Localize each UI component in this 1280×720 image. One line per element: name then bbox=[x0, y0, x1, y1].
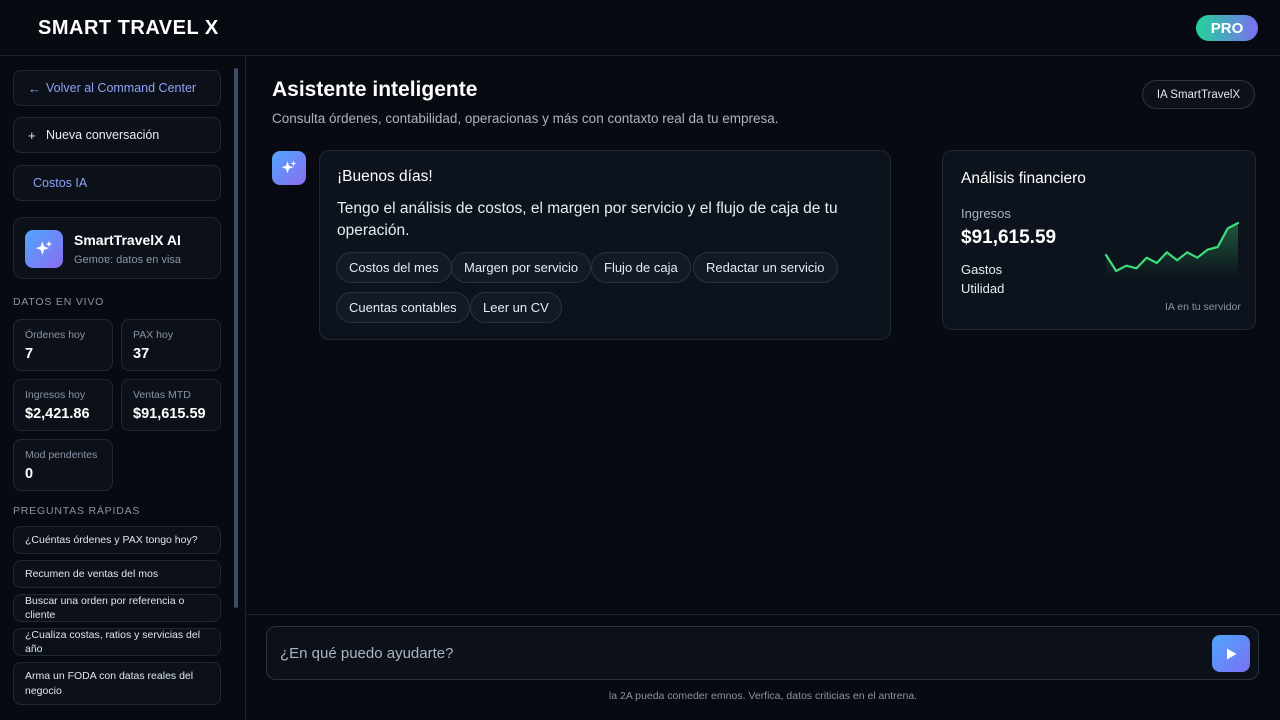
message-input[interactable] bbox=[280, 627, 1200, 679]
stat-pax-hoy: PAX hoy 37 bbox=[121, 319, 221, 371]
financial-card-title: Análisis financiero bbox=[961, 170, 1086, 187]
stat-ordenes-hoy: Órdenes hoy 7 bbox=[13, 319, 113, 371]
brand-logo[interactable]: SMART TRAVEL X bbox=[38, 17, 219, 40]
stat-label: PAX hoy bbox=[133, 329, 174, 341]
stat-label: Mod pendentes bbox=[25, 449, 98, 461]
suggestion-chip[interactable]: Costos del mes bbox=[336, 252, 452, 283]
assistant-message: ¡Buenos días! Tengo el análisis de costo… bbox=[319, 150, 891, 340]
costos-ia-label: Costos IA bbox=[33, 176, 88, 190]
sparkline-area bbox=[1106, 223, 1238, 277]
message-composer bbox=[266, 626, 1259, 680]
ia-smarttravelx-badge[interactable]: IA SmartTravelX bbox=[1142, 80, 1255, 109]
suggestion-chip[interactable]: Margen por servicio bbox=[451, 252, 592, 283]
stat-value: 7 bbox=[25, 346, 34, 362]
financial-card-footer: IA en tu servidor bbox=[1165, 301, 1241, 313]
suggestion-chip[interactable]: Redactar un servicio bbox=[693, 252, 838, 283]
utilidad-label: Utilidad bbox=[961, 281, 1005, 296]
stat-value: 37 bbox=[133, 346, 150, 362]
gastos-label: Gastos bbox=[961, 262, 1003, 277]
financial-analysis-card[interactable]: Análisis financiero Ingresos $91,615.59 … bbox=[942, 150, 1256, 330]
ai-card-subtitle: Gemoɐ: datos en visa bbox=[74, 254, 182, 266]
live-data-heading: DATOS EN VIVO bbox=[13, 296, 105, 308]
suggestion-chip[interactable]: Leer un CV bbox=[470, 292, 562, 323]
stat-label: Ingresos hoy bbox=[25, 389, 86, 401]
revenue-sparkline bbox=[1104, 221, 1240, 277]
sparkle-icon bbox=[25, 230, 63, 268]
quick-question-item[interactable]: Buscar una orden por referencia o client… bbox=[13, 594, 221, 622]
page-subtitle: Consulta órdenes, contabilidad, operacio… bbox=[272, 111, 779, 126]
composer-divider bbox=[246, 614, 1280, 615]
quick-questions-heading: PREGUNTAS RÁPIDAS bbox=[13, 505, 141, 517]
ai-assistant-card[interactable]: SmartTravelX AI Gemoɐ: datos en visa bbox=[13, 217, 221, 279]
back-to-command-center-button[interactable]: ← Volver al Command Center bbox=[13, 70, 221, 106]
assistant-sparkle-icon bbox=[272, 151, 306, 185]
send-button[interactable] bbox=[1212, 635, 1250, 672]
stat-value: $2,421.86 bbox=[25, 406, 90, 422]
quick-question-item[interactable]: Arma un FODA con datas reales del negoci… bbox=[13, 662, 221, 705]
ai-disclaimer: la 2A pueda comeder emnos. Verfica, dato… bbox=[608, 690, 918, 702]
arrow-left-icon: ← bbox=[28, 80, 41, 96]
new-conversation-button[interactable]: + Nueva conversación bbox=[13, 117, 221, 153]
message-text: Tengo el análisis de costos, el margen p… bbox=[337, 200, 838, 239]
ingresos-label: Ingresos bbox=[961, 206, 1011, 221]
stat-label: Órdenes hoy bbox=[25, 329, 86, 341]
sidebar-scrollbar[interactable] bbox=[234, 68, 238, 608]
send-icon bbox=[1227, 648, 1237, 659]
suggestion-chip[interactable]: Flujo de caja bbox=[591, 252, 691, 283]
stat-label: Ventas MTD bbox=[133, 389, 191, 401]
page-title: Asistente inteligente bbox=[272, 78, 478, 101]
quick-question-item[interactable]: ¿Cualiza costas, ratios y servicias del … bbox=[13, 628, 221, 656]
greeting-text: ¡Buenos días! bbox=[337, 168, 433, 185]
stat-value: 0 bbox=[25, 466, 34, 482]
stat-value: $91,615.59 bbox=[133, 406, 206, 422]
pro-badge[interactable]: PRO bbox=[1196, 15, 1258, 41]
stat-mod-pendientes: Mod pendentes 0 bbox=[13, 439, 113, 491]
stat-ventas-mtd: Ventas MTD $91,615.59 bbox=[121, 379, 221, 431]
sidebar: ← Volver al Command Center + Nueva conve… bbox=[0, 56, 246, 720]
ai-card-title: SmartTravelX AI bbox=[74, 232, 181, 248]
costos-ia-button[interactable]: Costos IA bbox=[13, 165, 221, 201]
ingresos-value: $91,615.59 bbox=[961, 227, 1057, 248]
back-button-label: Volver al Command Center bbox=[46, 81, 197, 95]
quick-question-item[interactable]: Recumen de ventas del mos bbox=[13, 560, 221, 588]
new-conversation-label: Nueva conversación bbox=[46, 128, 160, 142]
quick-question-item[interactable]: ¿Cuéntas órdenes y PAX tongo hoy? bbox=[13, 526, 221, 554]
suggestion-chip[interactable]: Cuentas contables bbox=[336, 292, 470, 323]
stat-ingresos-hoy: Ingresos hoy $2,421.86 bbox=[13, 379, 113, 431]
plus-icon: + bbox=[28, 127, 36, 143]
top-bar: SMART TRAVEL X PRO bbox=[0, 0, 1280, 56]
